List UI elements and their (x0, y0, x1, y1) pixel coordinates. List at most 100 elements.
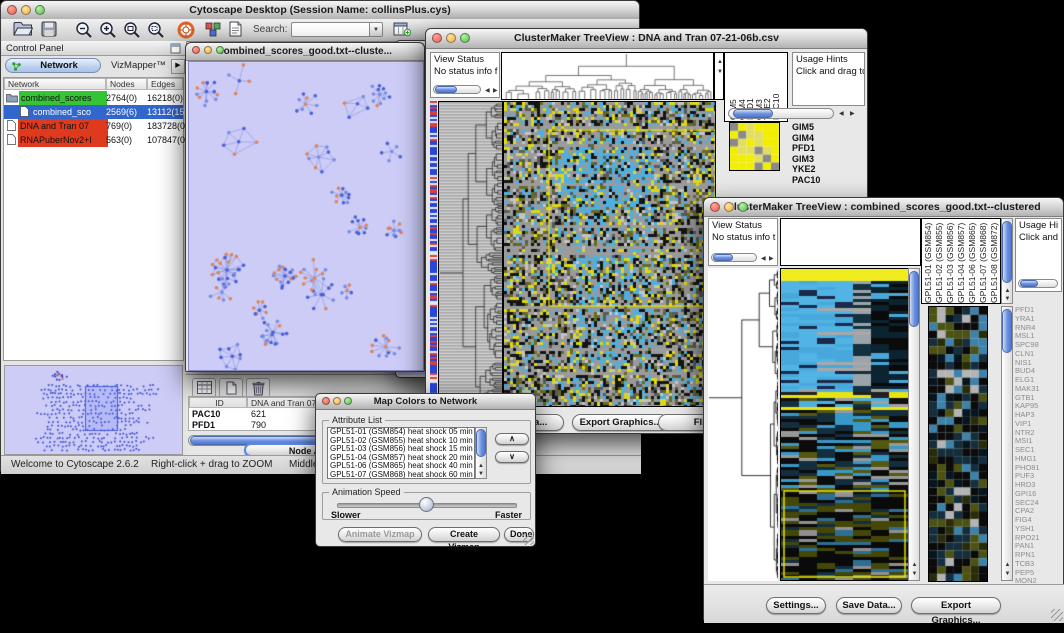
scroll-right-icon[interactable]: ▶ (769, 256, 774, 262)
dialog-titlebar[interactable]: Map Colors to Network (316, 394, 535, 410)
treeview2-titlebar[interactable]: ClusterMaker TreeView : combined_scores_… (704, 198, 1063, 217)
tv1-export-graphics-button[interactable]: Export Graphics... (572, 414, 669, 431)
row-id[interactable]: PAC10 (192, 409, 220, 419)
minimize-button[interactable] (446, 33, 456, 43)
scroll-up-icon[interactable]: ▲ (478, 463, 484, 469)
tab-scroll-right-button[interactable]: ▶ (171, 59, 185, 74)
scroll-right-icon[interactable]: ▶ (850, 111, 855, 117)
tv1-status-hscrollbar[interactable] (433, 85, 481, 94)
search-input[interactable] (291, 22, 369, 37)
attribute-list[interactable]: GPL51-01 (GSM854) heat shock 05 minGPL51… (327, 427, 475, 479)
scroll-up-icon[interactable]: ▲ (1005, 288, 1011, 294)
network-graph-canvas[interactable] (189, 62, 423, 370)
scroll-down-icon[interactable]: ▼ (912, 571, 918, 577)
scroll-left-icon[interactable]: ◀ (485, 88, 490, 94)
network-overview-canvas[interactable] (5, 366, 182, 454)
zoom-in-button[interactable] (99, 21, 119, 39)
minimize-button[interactable] (333, 397, 341, 405)
create-vizmap-button[interactable]: Create Vizmap (428, 527, 500, 542)
scroll-down-icon[interactable]: ▼ (1005, 296, 1011, 302)
close-button[interactable] (322, 397, 330, 405)
scroll-right-icon[interactable]: ▶ (493, 88, 498, 94)
minimize-button[interactable] (724, 202, 734, 212)
tv2-column-labels[interactable]: GPL51-01 (GSM854)GPL51-02 (GSM855)GPL51-… (924, 221, 1000, 303)
scroll-up-icon[interactable]: ▲ (912, 562, 918, 568)
scroll-left-icon[interactable]: ◀ (761, 256, 766, 262)
move-up-button[interactable]: ∧ (495, 433, 529, 445)
tv1-right-hscrollbar[interactable] (728, 108, 834, 119)
network-canvas-area[interactable] (188, 61, 424, 371)
main-titlebar[interactable]: Cytoscape Desktop (Session Name: collins… (1, 1, 639, 20)
annotation-button[interactable] (227, 21, 247, 39)
zoom-fit-button[interactable] (123, 21, 143, 39)
tab-vizmapper[interactable]: VizMapper™ (111, 58, 166, 73)
minimize-button[interactable] (204, 46, 212, 54)
tv1-row-labels[interactable]: GIM5GIM4PFD1GIM3YKE2PAC10 (792, 122, 862, 192)
scroll-up-icon[interactable]: ▲ (717, 59, 723, 65)
scroll-up-icon[interactable]: ▲ (1005, 562, 1011, 568)
scroll-down-icon[interactable]: ▼ (478, 471, 484, 477)
resize-grip[interactable] (522, 533, 534, 545)
row-value[interactable]: 621 (251, 409, 266, 419)
col-header-edges[interactable]: Edges (147, 78, 183, 90)
id-column-header[interactable]: ID (189, 397, 247, 408)
close-button[interactable] (432, 33, 442, 43)
row-label[interactable]: YKE2 (792, 164, 862, 175)
tv2-status-hscrollbar[interactable] (711, 253, 757, 262)
float-panel-icon[interactable] (170, 43, 181, 54)
scrollbar-thumb[interactable] (476, 429, 486, 457)
plugin-manager-button[interactable] (205, 21, 225, 39)
zoom-button[interactable] (216, 46, 224, 54)
zoom-button[interactable] (344, 397, 352, 405)
zoom-button[interactable] (35, 5, 45, 15)
help-button[interactable] (177, 21, 197, 39)
tv2-heatmap-vscrollbar[interactable]: ▲ ▼ (908, 268, 920, 581)
tv1-zoom-heatmap-panel[interactable] (729, 122, 780, 171)
tv1-zoom-heatmap-canvas[interactable] (730, 123, 779, 170)
col-header-network[interactable]: Network (4, 78, 106, 90)
tv1-mini-scroll-strip[interactable]: ▲ ▼ (714, 52, 724, 100)
scrollbar-thumb[interactable] (909, 271, 919, 327)
save-session-button[interactable] (41, 21, 61, 39)
tv2-settings-button[interactable]: Settings... (766, 597, 826, 614)
tv1-heatmap-canvas[interactable] (503, 101, 716, 407)
tv2-zoom-heatmap-canvas[interactable] (928, 306, 988, 582)
col-header-nodes[interactable]: Nodes (106, 78, 147, 90)
close-button[interactable] (7, 5, 17, 15)
tv2-gene-dendrogram-canvas[interactable] (708, 268, 778, 581)
scrollbar-thumb[interactable] (713, 254, 733, 261)
attribute-item[interactable]: GPL51-07 (GSM868) heat shock 60 min (328, 471, 474, 479)
tv1-global-overview-strip[interactable] (430, 101, 437, 405)
move-down-button[interactable]: ∨ (495, 451, 529, 463)
scrollbar-thumb[interactable] (435, 86, 457, 93)
row-label[interactable]: GIM5 (792, 122, 862, 133)
tv2-gene-label-list[interactable]: PFD1YRA1RNR4MSL1SPC98CLN1NIS1BUD4ELG1MAK… (1015, 306, 1063, 584)
scroll-left-icon[interactable]: ◀ (839, 111, 844, 117)
network-overview-panel[interactable] (4, 365, 183, 455)
resize-grip[interactable] (1051, 609, 1063, 621)
tv1-array-dendrogram-canvas[interactable] (502, 53, 713, 99)
scrollbar-thumb[interactable] (733, 109, 773, 118)
tv2-array-dendrogram-panel[interactable] (780, 218, 921, 266)
tv1-gene-dendrogram-canvas[interactable] (438, 101, 503, 407)
import-table-button[interactable] (393, 21, 413, 39)
scrollbar-thumb[interactable] (1002, 309, 1012, 353)
treeview1-titlebar[interactable]: ClusterMaker TreeView : DNA and Tran 07-… (426, 29, 867, 49)
tv2-usage-hscrollbar[interactable] (1018, 279, 1058, 288)
zoom-button[interactable] (738, 202, 748, 212)
network-row-combined-sco-selected[interactable]: combined_sco 2569(6) 13112(15) (4, 105, 183, 119)
tv2-export-graphics-button[interactable]: Export Graphics... (911, 597, 1001, 614)
speed-slider-thumb[interactable] (419, 497, 434, 512)
row-label[interactable]: PFD1 (792, 143, 862, 154)
column-label[interactable]: GPL51-08 (GSM872) (990, 221, 1000, 303)
minimize-button[interactable] (21, 5, 31, 15)
tab-network[interactable]: Network (5, 58, 101, 73)
network-row-combined-scores[interactable]: combined_scores 2764(0) 16218(0) (4, 91, 183, 105)
network-row-rnapuber[interactable]: RNAPuberNov2+I 563(0) 107847(0) (4, 133, 183, 147)
animate-vizmap-button[interactable]: Animate Vizmap (338, 527, 422, 542)
close-button[interactable] (710, 202, 720, 212)
row-id[interactable]: PFD1 (192, 420, 215, 430)
tv2-labels-vscrollbar[interactable]: ▲ ▼ (1001, 218, 1013, 304)
zoom-button[interactable] (460, 33, 470, 43)
scrollbar-thumb[interactable] (1020, 280, 1038, 287)
